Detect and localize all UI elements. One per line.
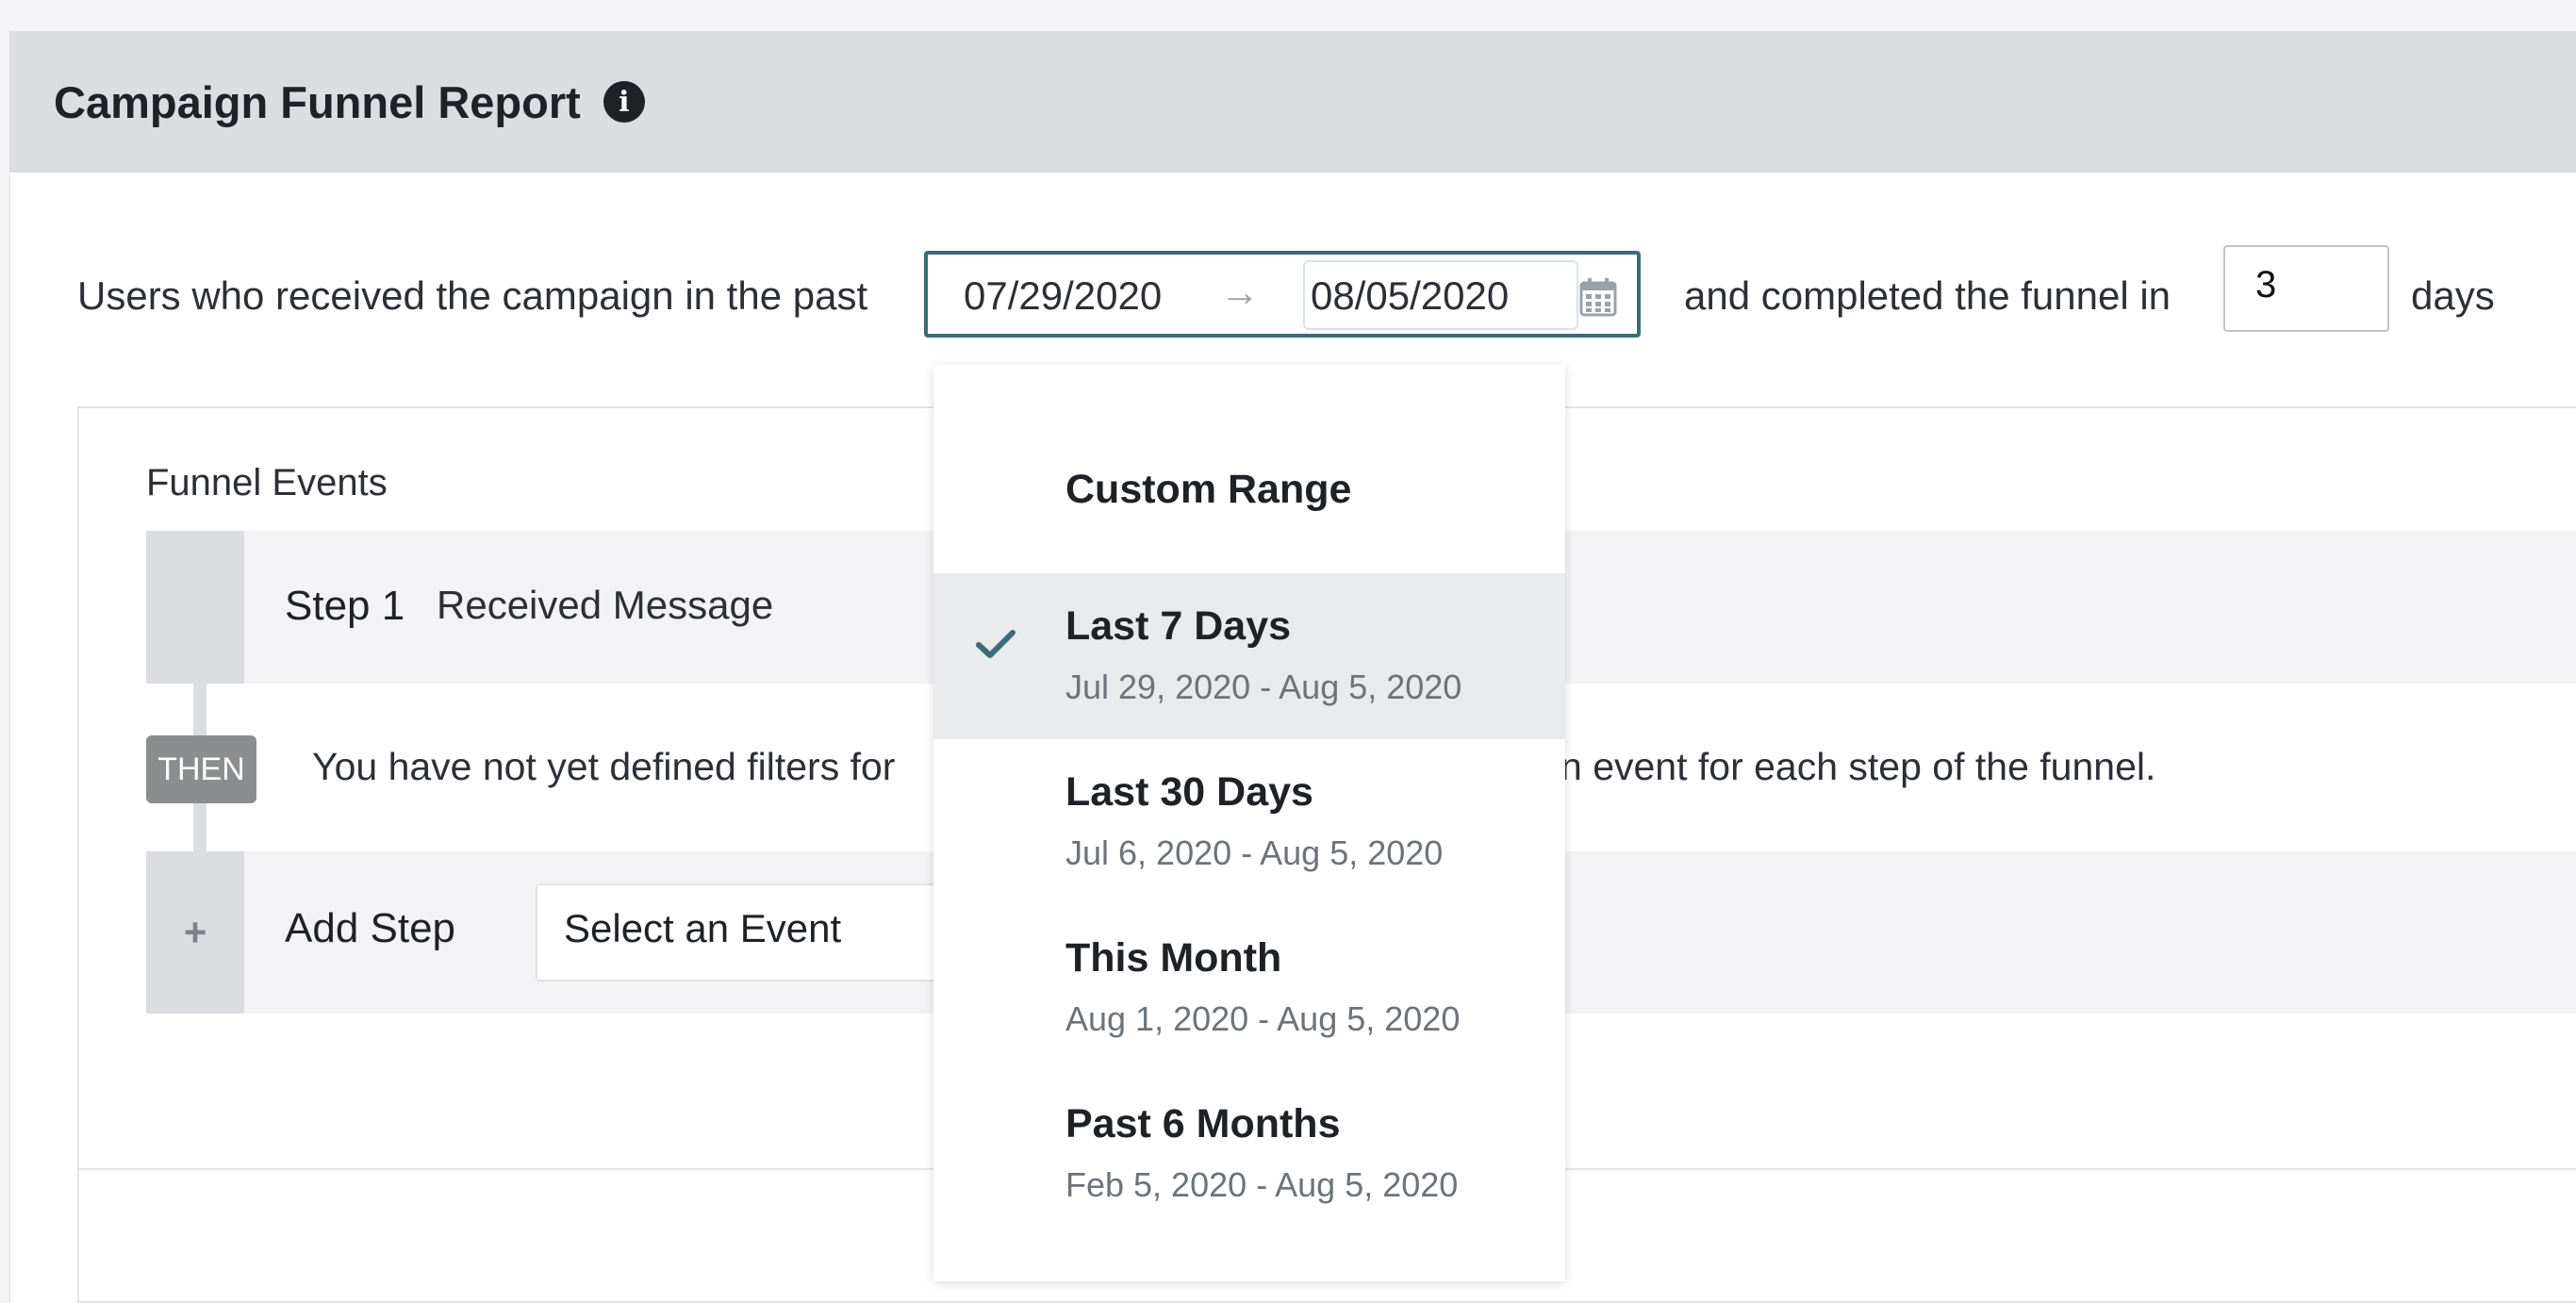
filter-middle-text: and completed the funnel in bbox=[1684, 273, 2171, 318]
end-date-input[interactable]: 08/05/2020 bbox=[1303, 260, 1578, 330]
filter-prefix-text: Users who received the campaign in the p… bbox=[77, 273, 868, 318]
dropdown-item-range: Jul 6, 2020 - Aug 5, 2020 bbox=[1065, 833, 1444, 872]
dropdown-item-title: This Month bbox=[1065, 935, 1282, 981]
plus-icon[interactable]: + bbox=[146, 851, 244, 1014]
page-title: Campaign Funnel Report bbox=[54, 76, 581, 127]
arrow-right-icon: → bbox=[1220, 270, 1260, 314]
step-number: Step 1 bbox=[285, 583, 405, 629]
dropdown-item-last-30-days[interactable]: Last 30 Days Jul 6, 2020 - Aug 5, 2020 bbox=[933, 739, 1565, 905]
date-range-dropdown: Custom Range Last 7 Days Jul 29, 2020 - … bbox=[933, 365, 1565, 1281]
drag-handle[interactable] bbox=[146, 531, 244, 684]
start-date-input[interactable]: 07/29/2020 bbox=[964, 273, 1162, 319]
dropdown-item-custom-range[interactable]: Custom Range bbox=[933, 365, 1565, 573]
days-input[interactable]: 3 bbox=[2223, 245, 2389, 332]
then-badge: THEN bbox=[146, 735, 256, 803]
filter-suffix-text: days bbox=[2411, 273, 2495, 318]
step-event-name: Received Message bbox=[437, 583, 774, 627]
dropdown-item-past-6-months[interactable]: Past 6 Months Feb 5, 2020 - Aug 5, 2020 bbox=[933, 1071, 1565, 1237]
funnel-events-label: Funnel Events bbox=[146, 462, 388, 503]
dropdown-item-range: Jul 29, 2020 - Aug 5, 2020 bbox=[1065, 668, 1462, 706]
info-icon[interactable]: i bbox=[603, 81, 645, 123]
panel-header: Campaign Funnel Report i bbox=[9, 31, 2576, 173]
dropdown-item-title: Custom Range bbox=[1065, 467, 1352, 512]
empty-filter-notice-right: n event for each step of the funnel. bbox=[1560, 745, 2156, 788]
empty-filter-notice-left: You have not yet defined filters for bbox=[312, 745, 896, 788]
check-icon bbox=[976, 630, 1016, 658]
dropdown-item-title: Last 7 Days bbox=[1065, 603, 1292, 649]
dropdown-item-range: Feb 5, 2020 - Aug 5, 2020 bbox=[1065, 1165, 1459, 1204]
add-step-label: Add Step bbox=[285, 905, 456, 951]
dropdown-item-this-month[interactable]: This Month Aug 1, 2020 - Aug 5, 2020 bbox=[933, 905, 1565, 1071]
dropdown-item-title: Last 30 Days bbox=[1065, 769, 1313, 815]
end-date-value: 08/05/2020 bbox=[1311, 273, 1510, 318]
dropdown-item-title: Past 6 Months bbox=[1065, 1101, 1341, 1146]
calendar-icon[interactable] bbox=[1579, 277, 1617, 317]
dropdown-item-last-7-days[interactable]: Last 7 Days Jul 29, 2020 - Aug 5, 2020 bbox=[933, 573, 1565, 739]
dropdown-item-range: Aug 1, 2020 - Aug 5, 2020 bbox=[1065, 999, 1461, 1038]
date-range-picker[interactable]: 07/29/2020 → 08/05/2020 bbox=[924, 251, 1641, 338]
